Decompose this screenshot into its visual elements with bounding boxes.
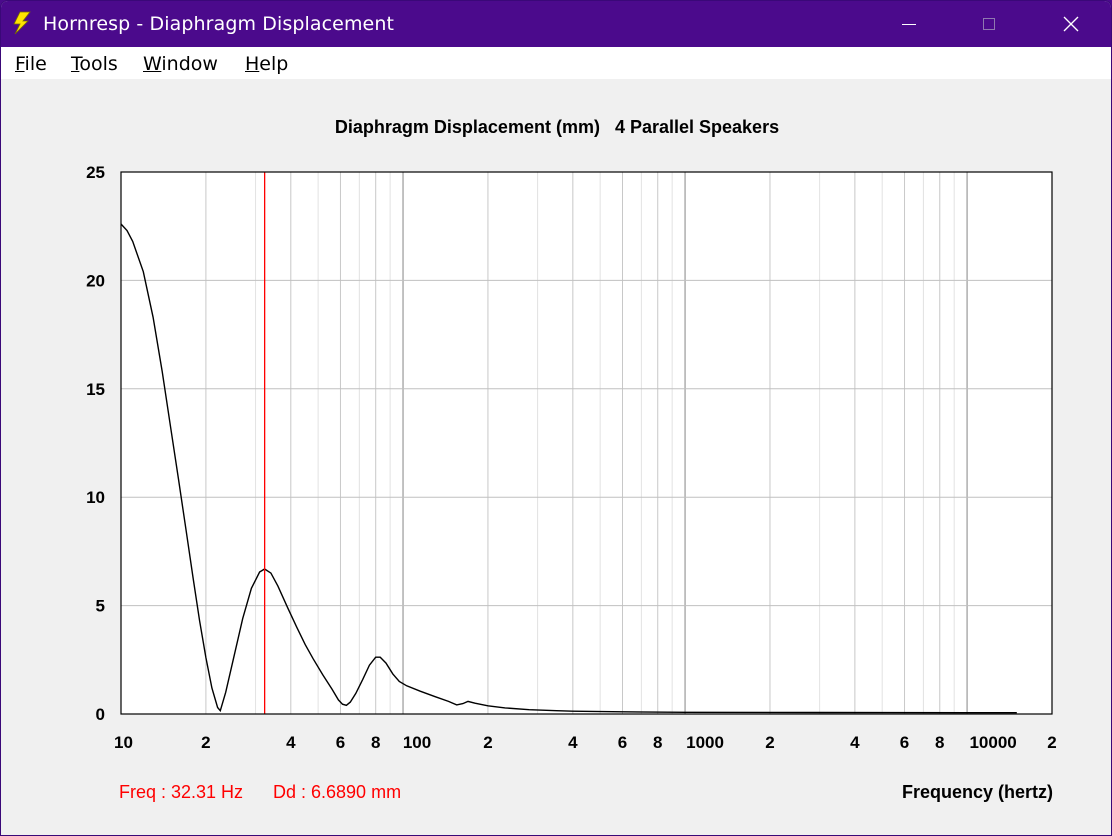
y-tick-label: 5 [96, 597, 105, 616]
y-tick-label: 0 [96, 705, 105, 724]
y-tick-label: 20 [86, 271, 105, 290]
x-tick-label: 4 [850, 733, 860, 752]
x-tick-label: 10000 [969, 733, 1016, 752]
displacement-plot[interactable]: 0 5 10 15 20 25 10 2 4 6 8 100 2 4 6 8 1000 2 4 6 8 10000 2 [1, 1, 1112, 836]
x-tick-label: 6 [618, 733, 627, 752]
y-tick-label: 10 [86, 488, 105, 507]
plot-background [121, 172, 1052, 714]
x-tick-label: 6 [900, 733, 909, 752]
app-window: Hornresp - Diaphragm Displacement File T… [0, 0, 1112, 836]
x-tick-label: 8 [653, 733, 662, 752]
displacement-readout: Dd : 6.6890 mm [273, 782, 402, 802]
y-tick-label: 15 [86, 380, 105, 399]
x-tick-label: 2 [765, 733, 774, 752]
x-axis-label: Frequency (hertz) [901, 782, 1053, 802]
x-tick-label: 4 [568, 733, 578, 752]
x-tick-label: 1000 [686, 733, 724, 752]
y-tick-label: 25 [86, 163, 105, 182]
x-tick-label: 10 [114, 733, 133, 752]
frequency-readout: Freq : 32.31 Hz [119, 782, 244, 802]
x-tick-label: 2 [1047, 733, 1056, 752]
x-tick-label: 100 [403, 733, 431, 752]
x-tick-label: 8 [371, 733, 380, 752]
x-tick-label: 4 [286, 733, 296, 752]
x-tick-label: 8 [935, 733, 944, 752]
x-tick-label: 2 [483, 733, 492, 752]
x-tick-label: 6 [336, 733, 345, 752]
x-tick-label: 2 [201, 733, 210, 752]
